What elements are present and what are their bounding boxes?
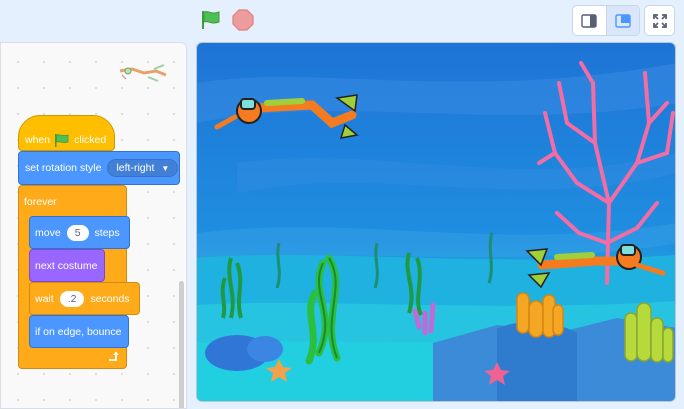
move-steps-block[interactable]: move 5 steps: [29, 216, 130, 249]
stop-icon[interactable]: [231, 8, 255, 32]
next-costume-label: next costume: [35, 259, 98, 272]
dropdown-arrow-icon: ▼: [161, 164, 170, 173]
green-flag-icon[interactable]: [199, 8, 223, 32]
fullscreen-button[interactable]: [644, 5, 675, 36]
small-stage-button[interactable]: [573, 6, 606, 35]
code-area[interactable]: when clicked set rotation style left-rig…: [0, 42, 187, 409]
next-costume-block[interactable]: next costume: [29, 249, 105, 282]
move-label: move: [35, 226, 61, 239]
when-flag-clicked-block[interactable]: when clicked: [18, 115, 115, 151]
code-area-scrollbar[interactable]: [179, 281, 184, 408]
move-steps-input[interactable]: 5: [66, 224, 89, 241]
wait-seconds-block[interactable]: wait .2 seconds: [29, 282, 140, 315]
stage[interactable]: [196, 42, 676, 402]
forever-label: forever: [24, 196, 57, 208]
underwater-backdrop: [197, 43, 675, 401]
rotation-style-value: left-right: [116, 162, 155, 174]
large-stage-icon: [615, 13, 631, 28]
stage-header: [0, 0, 684, 40]
move-unit-label: steps: [94, 226, 120, 239]
set-rotation-style-block[interactable]: set rotation style left-right ▼: [18, 151, 180, 185]
rotation-label: set rotation style: [25, 162, 102, 174]
hat-clicked-label: clicked: [74, 134, 107, 146]
diver-sprite-thumbnail: [119, 64, 167, 82]
stage-size-toggle: [572, 5, 640, 36]
wait-seconds-input[interactable]: .2: [59, 290, 85, 307]
small-stage-icon: [581, 13, 597, 28]
bounce-label: if on edge, bounce: [35, 325, 122, 338]
repeat-arrow-icon: [109, 351, 119, 361]
green-flag-icon: [55, 134, 69, 147]
fullscreen-icon: [652, 13, 667, 28]
if-on-edge-bounce-block[interactable]: if on edge, bounce: [29, 315, 129, 348]
wait-unit-label: seconds: [90, 292, 130, 305]
hat-when-label: when: [25, 134, 51, 146]
large-stage-button[interactable]: [605, 6, 639, 35]
wait-label: wait: [35, 292, 54, 305]
rotation-style-dropdown[interactable]: left-right ▼: [107, 159, 179, 177]
